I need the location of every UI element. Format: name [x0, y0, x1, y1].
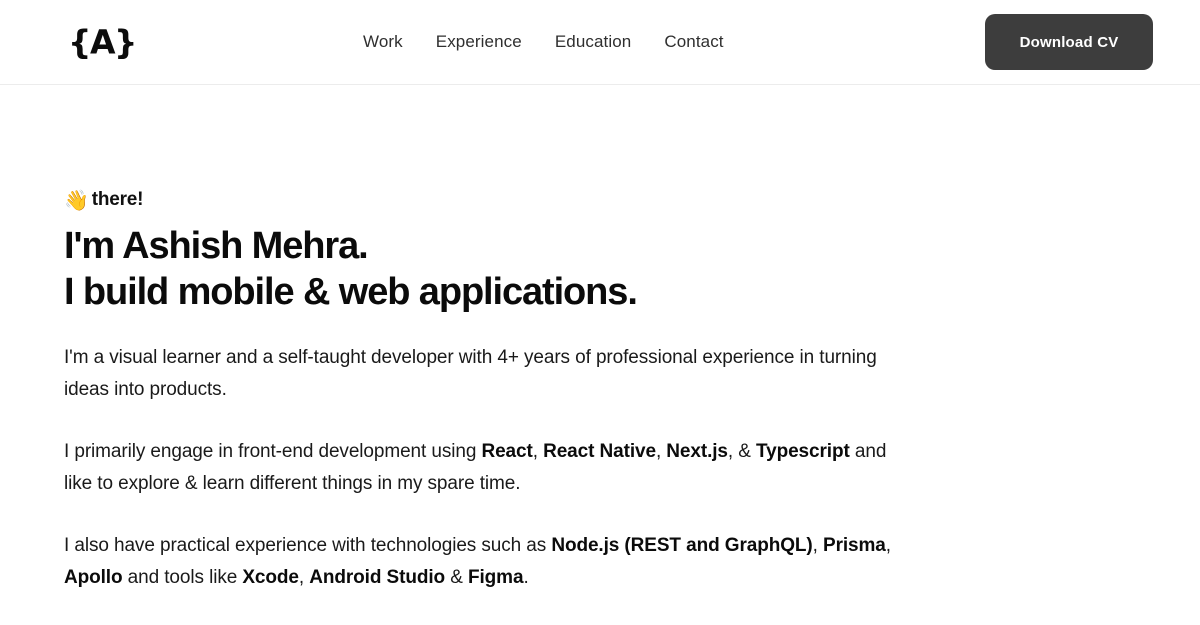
body-text: , [655, 440, 667, 462]
emphasis-text: React Native [543, 440, 656, 462]
waving-hand-icon: 👋 [64, 188, 89, 213]
emphasis-text: Next.js [666, 440, 728, 462]
emphasis-text: Xcode [242, 566, 299, 588]
main-navigation: Work Experience Education Contact [363, 32, 724, 52]
emphasis-text: Typescript [756, 440, 850, 462]
emphasis-text: React [481, 440, 533, 462]
body-text: , [298, 566, 310, 588]
body-text: I primarily engage in front-end developm… [64, 440, 482, 462]
download-cv-button[interactable]: Download CV [985, 14, 1153, 70]
greeting: 👋 there! [64, 189, 1200, 212]
intro-paragraphs: I'm a visual learner and a self-taught d… [64, 342, 1200, 594]
nav-item-contact[interactable]: Contact [664, 32, 723, 52]
intro-paragraph-2: I primarily engage in front-end developm… [64, 436, 904, 500]
headline-line-1: I'm Ashish Mehra. [64, 224, 369, 267]
body-text: , [812, 534, 823, 556]
emphasis-text: Apollo [64, 566, 123, 588]
body-text: & [445, 566, 468, 588]
intro-paragraph-1: I'm a visual learner and a self-taught d… [64, 342, 904, 406]
hero-section: 👋 there! I'm Ashish Mehra. I build mobil… [0, 85, 1200, 594]
body-text: , & [727, 440, 757, 462]
emphasis-text: Prisma [823, 534, 886, 556]
emphasis-text: Node.js (REST and GraphQL) [551, 534, 813, 556]
greeting-text: there! [91, 189, 144, 210]
body-text: , [532, 440, 544, 462]
intro-paragraph-3: I also have practical experience with te… [64, 530, 904, 594]
page-root: {A} Work Experience Education Contact Do… [0, 0, 1200, 594]
nav-item-experience[interactable]: Experience [436, 32, 522, 52]
body-text: I'm a visual learner and a self-taught d… [64, 346, 877, 400]
headline-line-2: I build mobile & web applications. [64, 271, 638, 314]
body-text: . [523, 566, 529, 588]
nav-item-education[interactable]: Education [555, 32, 632, 52]
emphasis-text: Android Studio [309, 566, 446, 588]
body-text: , [885, 534, 891, 556]
body-text: and tools like [122, 566, 243, 588]
emphasis-text: Figma [467, 566, 524, 588]
logo[interactable]: {A} [68, 26, 138, 59]
nav-item-work[interactable]: Work [363, 32, 403, 52]
page-title: I'm Ashish Mehra. I build mobile & web a… [64, 223, 1200, 316]
site-header: {A} Work Experience Education Contact Do… [0, 0, 1200, 85]
body-text: I also have practical experience with te… [64, 534, 552, 556]
